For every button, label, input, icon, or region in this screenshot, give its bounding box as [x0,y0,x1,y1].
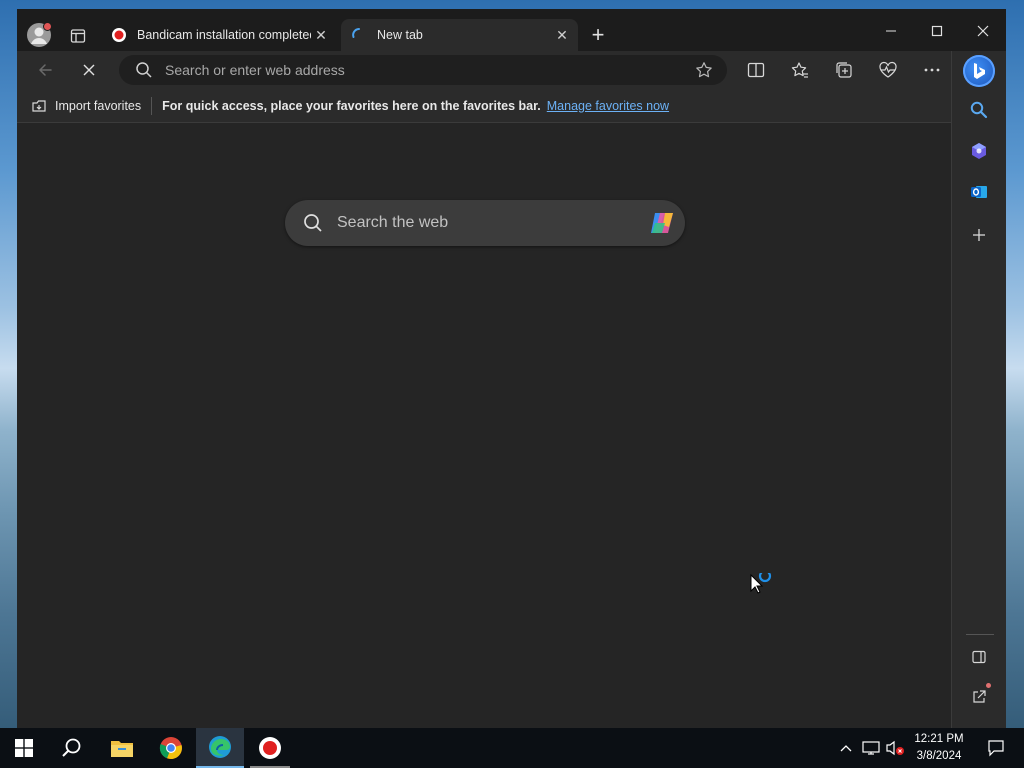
profile-notification-dot [43,22,52,31]
maximize-button[interactable] [923,19,951,43]
tab-close-button[interactable]: ✕ [311,25,331,45]
new-tab-page: Search the web [17,123,951,728]
copilot-colorful-icon[interactable] [647,209,677,237]
workspaces-icon[interactable] [67,25,89,47]
favorite-star-icon[interactable] [695,61,713,79]
web-search-box[interactable]: Search the web [285,200,685,246]
tab-close-button[interactable]: ✕ [552,25,572,45]
tab-strip: Bandicam installation completed ✕ New ta… [17,9,1006,51]
taskbar-search-icon[interactable] [48,728,96,768]
back-arrow-icon[interactable] [33,58,57,82]
open-external-icon[interactable] [968,683,991,708]
collections-icon[interactable] [832,58,856,82]
tab-title: New tab [377,28,423,42]
volume-muted-icon[interactable] [884,728,906,768]
favorites-divider [151,96,153,115]
tab-title: Bandicam installation completed [137,28,311,42]
hide-sidebar-icon[interactable] [968,646,990,668]
tab-new-tab[interactable]: New tab ✕ [341,19,578,51]
outlook-icon[interactable] [968,181,990,203]
search-icon [304,214,322,232]
sidebar-divider [966,634,994,635]
browser-essentials-icon[interactable] [876,58,900,82]
navigation-toolbar: Search or enter web address [17,51,1006,89]
bandicam-record-icon [112,28,126,42]
network-icon[interactable] [860,728,882,768]
minimize-button[interactable] [877,19,905,43]
split-screen-icon[interactable] [744,58,768,82]
loading-spinner-icon [352,28,360,38]
manage-favorites-link[interactable]: Manage favorites now [547,99,669,113]
more-menu-icon[interactable] [920,58,944,82]
edge-browser-window: Bandicam installation completed ✕ New ta… [17,9,1006,728]
windows-start-icon[interactable] [0,728,48,768]
clock-time: 12:21 PM [914,733,964,745]
favorites-bar: Import favorites For quick access, place… [17,89,951,123]
close-window-button[interactable] [969,19,997,43]
web-search-placeholder: Search the web [337,214,449,231]
import-favorites-button[interactable]: Import favorites [31,98,141,114]
favorites-bar-message: For quick access, place your favorites h… [162,98,541,113]
sidebar-search-icon[interactable] [968,99,990,121]
file-explorer-icon[interactable] [98,728,146,768]
stop-loading-icon[interactable] [77,58,101,82]
tray-chevron-icon[interactable] [836,728,856,768]
edge-icon[interactable] [196,728,244,768]
edge-sidebar [951,51,1006,728]
notification-dot [986,683,991,688]
new-tab-button[interactable]: + [586,22,610,47]
windows-taskbar: 12:21 PM 3/8/2024 [0,728,1024,768]
favorites-icon[interactable] [788,58,812,82]
add-sidebar-app-icon[interactable] [968,224,990,246]
bing-copilot-icon[interactable] [963,55,995,87]
notifications-icon[interactable] [976,728,1016,768]
bandicam-taskbar-icon[interactable] [246,728,294,768]
system-clock[interactable]: 12:21 PM 3/8/2024 [910,728,968,768]
import-icon [32,99,46,112]
profile-icon[interactable] [27,22,52,47]
address-bar[interactable]: Search or enter web address [119,55,727,85]
address-placeholder: Search or enter web address [165,62,345,78]
busy-cursor-icon [749,569,775,600]
search-icon [136,62,152,78]
sidebar-copilot-icon[interactable] [968,140,990,162]
clock-date: 3/8/2024 [916,750,962,762]
tab-bandicam[interactable]: Bandicam installation completed ✕ [101,19,337,51]
import-favorites-label: Import favorites [55,98,142,113]
chrome-icon[interactable] [147,728,195,768]
